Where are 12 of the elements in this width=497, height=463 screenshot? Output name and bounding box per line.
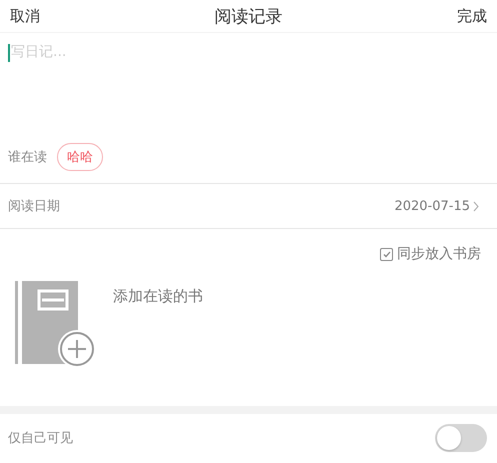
sync-checkbox[interactable]: 同步放入书房 [380,245,481,264]
done-button[interactable]: 完成 [457,6,487,26]
date-value[interactable]: 2020-07-15 [394,198,479,214]
privacy-label: 仅自己可见 [8,430,73,448]
page-title: 阅读记录 [214,6,282,28]
privacy-switch[interactable] [435,424,487,452]
chevron-icon [473,200,479,212]
date-label: 阅读日期 [8,198,60,216]
cancel-button[interactable]: 取消 [10,6,40,26]
reader-label: 谁在读 [8,149,47,166]
reader-tag[interactable]: 哈哈 [57,143,103,172]
add-book-label[interactable]: 添加在读的书 [113,287,203,306]
